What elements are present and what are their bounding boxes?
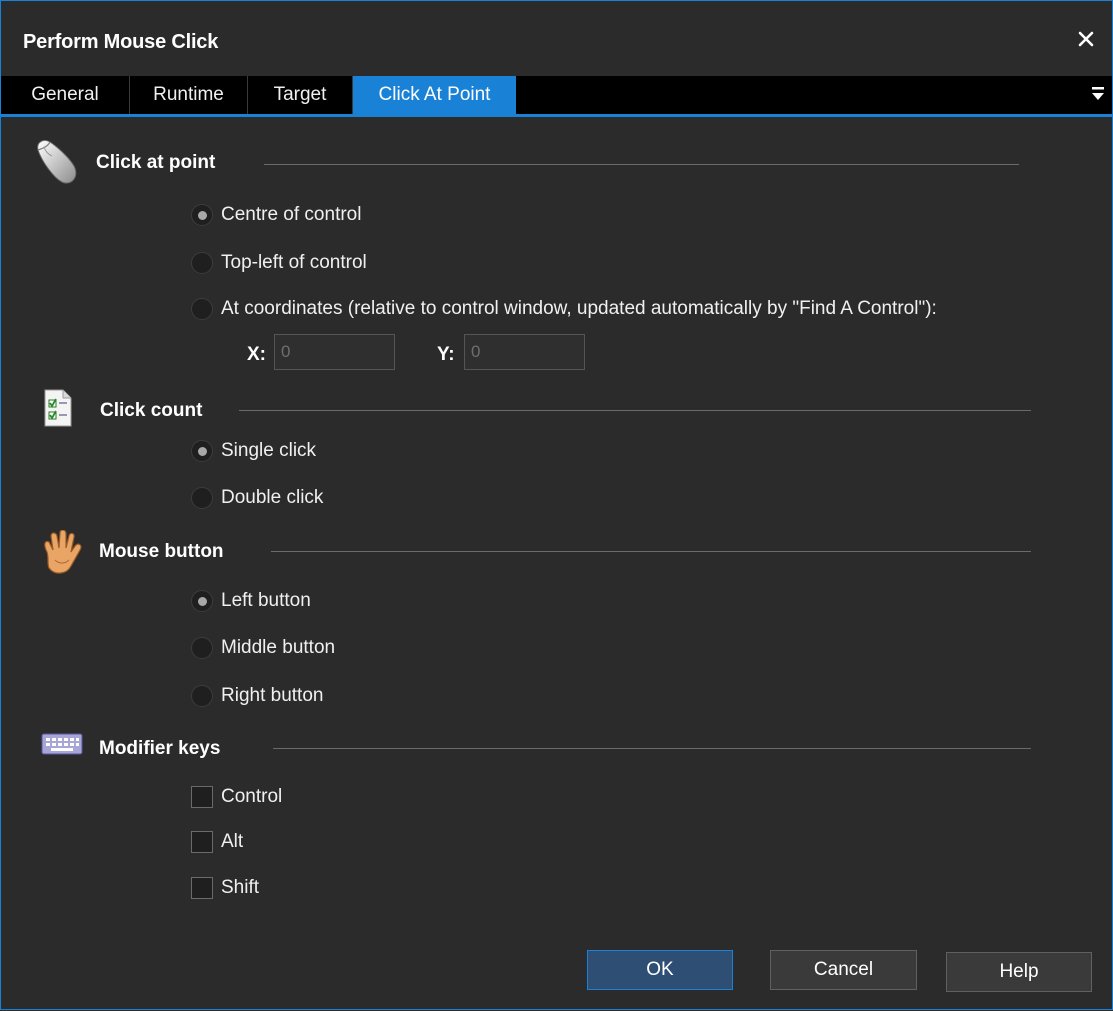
radio-double-click[interactable]: Double click	[191, 487, 323, 509]
radio-label: Double click	[221, 487, 324, 508]
checkbox-shift[interactable]: Shift	[191, 877, 259, 899]
tab-overflow-menu[interactable]	[1090, 84, 1106, 104]
close-button[interactable]	[1072, 25, 1100, 53]
radio-right-button[interactable]: Right button	[191, 685, 323, 707]
section-title-modifier-keys: Modifier keys	[99, 738, 221, 759]
section-divider	[239, 410, 1031, 411]
section-divider	[271, 551, 1031, 552]
radio-centre-of-control[interactable]: Centre of control	[191, 204, 361, 226]
radio-indicator	[191, 487, 213, 509]
x-coordinate-input[interactable]	[274, 334, 395, 370]
dialog-title: Perform Mouse Click	[23, 31, 219, 53]
tab-general[interactable]: General	[1, 76, 130, 114]
y-coordinate-input[interactable]	[464, 334, 585, 370]
tab-target[interactable]: Target	[248, 76, 353, 114]
checkbox-alt[interactable]: Alt	[191, 831, 243, 853]
title-bar: Perform Mouse Click	[1, 1, 1112, 76]
radio-indicator	[191, 204, 213, 226]
tab-bar: General Runtime Target Click At Point	[1, 76, 1112, 117]
y-label: Y:	[437, 344, 455, 365]
mouse-icon	[37, 139, 77, 184]
section-divider	[273, 748, 1031, 749]
tab-runtime[interactable]: Runtime	[130, 76, 248, 114]
checkbox-label: Alt	[221, 831, 244, 852]
radio-label: At coordinates (relative to control wind…	[221, 298, 937, 319]
radio-label: Middle button	[221, 637, 336, 658]
radio-single-click[interactable]: Single click	[191, 440, 316, 462]
close-icon	[1078, 31, 1094, 47]
radio-indicator	[191, 440, 213, 462]
section-header-modifier-keys: Modifier keys	[99, 738, 220, 760]
section-header-click-at-point: Click at point	[96, 152, 215, 174]
radio-at-coordinates[interactable]: At coordinates (relative to control wind…	[191, 298, 937, 320]
radio-label: Right button	[221, 685, 324, 706]
radio-left-button[interactable]: Left button	[191, 590, 311, 612]
hand-icon	[44, 530, 82, 574]
section-title-click-count: Click count	[100, 400, 203, 421]
x-label: X:	[247, 344, 266, 365]
radio-label: Top-left of control	[221, 252, 367, 273]
section-divider	[264, 164, 1019, 165]
checkbox-label: Shift	[221, 877, 260, 898]
checkbox-control[interactable]: Control	[191, 786, 282, 808]
radio-middle-button[interactable]: Middle button	[191, 637, 335, 659]
radio-indicator	[191, 685, 213, 707]
radio-indicator	[191, 590, 213, 612]
section-header-mouse-button: Mouse button	[99, 541, 224, 563]
section-header-click-count: Click count	[100, 400, 202, 422]
checklist-icon	[44, 389, 72, 427]
radio-top-left-of-control[interactable]: Top-left of control	[191, 252, 367, 274]
ok-button[interactable]: OK	[587, 950, 733, 990]
help-button[interactable]: Help	[946, 952, 1092, 992]
checkbox-indicator	[191, 831, 213, 853]
menu-icon	[1092, 87, 1104, 100]
section-title-mouse-button: Mouse button	[99, 541, 224, 562]
tab-click-at-point[interactable]: Click At Point	[353, 76, 516, 114]
radio-indicator	[191, 637, 213, 659]
perform-mouse-click-dialog: Perform Mouse Click General Runtime Targ…	[0, 0, 1113, 1010]
radio-label: Centre of control	[221, 204, 362, 225]
checkbox-indicator	[191, 786, 213, 808]
section-title-click-at-point: Click at point	[96, 152, 216, 173]
radio-indicator	[191, 252, 213, 274]
checkbox-label: Control	[221, 786, 283, 807]
radio-label: Left button	[221, 590, 311, 611]
radio-label: Single click	[221, 440, 317, 461]
checkbox-indicator	[191, 877, 213, 899]
tab-content-click-at-point: Click at point Centre of control Top-lef…	[1, 120, 1112, 1011]
keyboard-icon	[41, 733, 83, 755]
cancel-button[interactable]: Cancel	[770, 950, 917, 990]
radio-indicator	[191, 298, 213, 320]
